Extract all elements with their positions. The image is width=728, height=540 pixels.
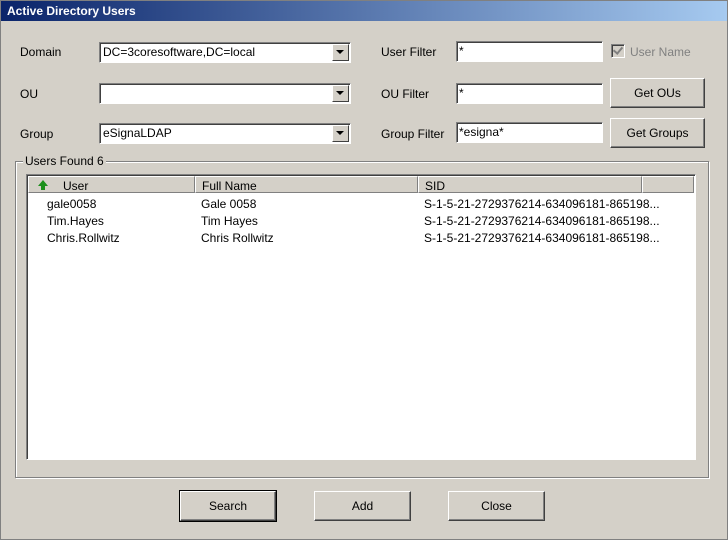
cell-full-name: Chris Rollwitz (201, 231, 274, 245)
get-ous-button-label: Get OUs (634, 86, 681, 100)
domain-value: DC=3coresoftware,DC=local (103, 45, 256, 59)
domain-label: Domain (20, 45, 62, 59)
cell-full-name: Tim Hayes (201, 214, 258, 228)
ou-filter-label: OU Filter (381, 87, 429, 101)
group-label: Group (20, 127, 54, 141)
cell-sid: S-1-5-21-2729376214-634096181-865198... (424, 214, 660, 228)
cell-user: Tim.Hayes (47, 214, 104, 228)
cell-user: Chris.Rollwitz (47, 231, 120, 245)
column-header-full-name[interactable]: Full Name (195, 176, 418, 193)
chevron-down-icon[interactable] (332, 125, 349, 142)
users-list[interactable]: User Full Name SID gale0058 Gale 0058 S-… (26, 174, 696, 460)
column-header-label: Full Name (202, 179, 257, 193)
group-dropdown[interactable]: eSignaLDAP (99, 123, 351, 144)
search-button-label: Search (208, 499, 248, 513)
chevron-down-icon[interactable] (332, 44, 349, 61)
column-header-sid[interactable]: SID (418, 176, 642, 193)
user-filter-input[interactable]: * (456, 41, 603, 62)
cell-sid: S-1-5-21-2729376214-634096181-865198... (424, 197, 660, 211)
group-value: eSignaLDAP (103, 126, 172, 140)
column-header-filler (642, 176, 694, 193)
group-filter-label: Group Filter (381, 127, 445, 141)
group-filter-value: *esigna* (459, 125, 504, 139)
chevron-down-icon[interactable] (332, 85, 349, 102)
add-button-label: Add (351, 499, 374, 513)
sort-ascending-arrow-icon (38, 180, 48, 190)
column-header-user[interactable]: User (28, 176, 195, 193)
get-ous-button[interactable]: Get OUs (610, 78, 705, 108)
get-groups-button[interactable]: Get Groups (610, 118, 705, 148)
cell-user: gale0058 (47, 197, 97, 211)
add-button[interactable]: Add (314, 491, 411, 521)
cell-full-name: Gale 0058 (201, 197, 257, 211)
window-title: Active Directory Users (7, 4, 136, 18)
close-button-label: Close (481, 499, 512, 513)
group-filter-input[interactable]: *esigna* (456, 122, 603, 143)
search-button[interactable]: Search (179, 490, 277, 522)
user-filter-label: User Filter (381, 45, 437, 59)
user-filter-value: * (459, 44, 464, 58)
user-name-checkbox[interactable] (611, 44, 625, 58)
column-header-label: SID (425, 179, 446, 193)
active-directory-users-dialog: Active Directory Users Domain DC=3coreso… (0, 0, 728, 540)
column-header-label: User (63, 179, 89, 193)
get-groups-button-label: Get Groups (626, 126, 689, 140)
domain-dropdown[interactable]: DC=3coresoftware,DC=local (99, 42, 351, 63)
users-found-label: Users Found 6 (23, 154, 106, 168)
ou-filter-value: * (459, 86, 464, 100)
ou-filter-input[interactable]: * (456, 83, 603, 104)
ou-label: OU (20, 87, 38, 101)
ou-dropdown[interactable] (99, 83, 351, 104)
close-button[interactable]: Close (448, 491, 545, 521)
cell-sid: S-1-5-21-2729376214-634096181-865198... (424, 231, 660, 245)
user-name-checkbox-label: User Name (630, 45, 691, 59)
title-bar[interactable]: Active Directory Users (1, 1, 727, 21)
